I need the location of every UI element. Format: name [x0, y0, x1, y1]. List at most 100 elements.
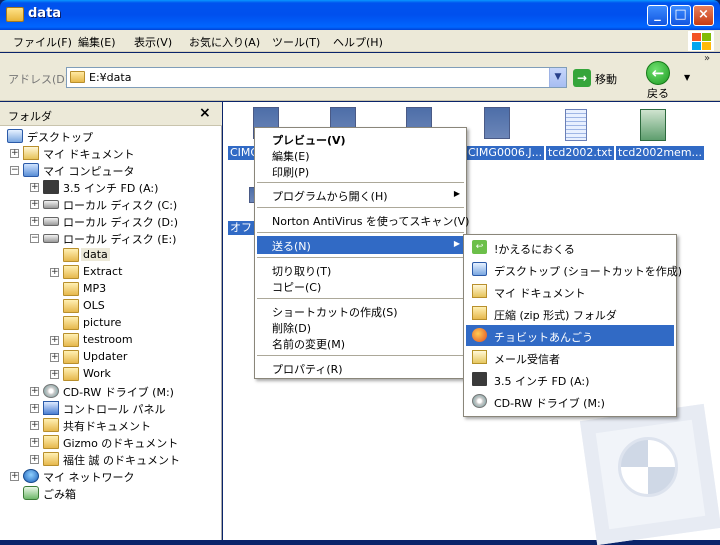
cd-icon: [472, 394, 487, 408]
tree-item-label: MP3: [83, 282, 107, 295]
back-dropdown-icon[interactable]: ▼: [684, 73, 690, 82]
folder-pane-header: フォルダ ×: [0, 102, 222, 126]
back-button[interactable]: 戻る: [647, 85, 669, 101]
watermark-disc-icon: [618, 437, 678, 497]
back-arrow-icon[interactable]: ←: [646, 61, 670, 85]
context-item-print[interactable]: 印刷(P): [257, 162, 464, 180]
maximize-button[interactable]: □: [670, 5, 691, 26]
menu-edit[interactable]: 編集(E): [78, 34, 116, 50]
tree-item-label: 福住 誠 のドキュメント: [63, 454, 180, 467]
kaeru-return-icon: ↩: [472, 240, 487, 254]
tree-item-label: data: [81, 248, 110, 261]
file-label[interactable]: CIMG0006.J...: [466, 146, 545, 160]
menu-tools[interactable]: ツール(T): [272, 34, 320, 50]
folder-icon: [63, 265, 79, 279]
address-value[interactable]: E:¥data: [89, 71, 131, 84]
drive-icon: [43, 217, 59, 226]
expand-icon[interactable]: +: [30, 455, 39, 464]
expand-icon[interactable]: +: [30, 200, 39, 209]
expand-icon[interactable]: +: [50, 370, 59, 379]
folder-icon: [63, 350, 79, 364]
file-label[interactable]: tcd2002.txt: [546, 146, 614, 160]
windows-logo-icon: [688, 31, 714, 51]
sendto-item-chobit-angou[interactable]: チョビットあんごう: [466, 325, 674, 346]
chevron-down-icon[interactable]: ▼: [549, 68, 566, 87]
expand-icon[interactable]: +: [30, 217, 39, 226]
zip-folder-icon: [472, 306, 487, 320]
address-input[interactable]: E:¥data ▼: [66, 67, 567, 88]
tree-item-label: Gizmo のドキュメント: [63, 437, 179, 450]
folder-icon: [70, 71, 85, 83]
expand-icon[interactable]: +: [30, 438, 39, 447]
tree-item-label: OLS: [83, 299, 105, 312]
sendto-submenu: ↩ !かえるにおくる デスクトップ (ショートカットを作成) マイ ドキュメント…: [463, 234, 682, 417]
sendto-item-mail-recipient[interactable]: メール受信者: [466, 347, 674, 368]
tree-item-label: 共有ドキュメント: [63, 420, 151, 433]
close-icon[interactable]: ×: [199, 105, 211, 121]
context-item-copy[interactable]: コピー(C): [257, 277, 464, 295]
expand-icon[interactable]: +: [50, 268, 59, 277]
image-file-icon[interactable]: [484, 107, 510, 139]
context-item-norton-scan[interactable]: Norton AntiVirus を使ってスキャン(V): [257, 211, 469, 229]
mail-recipient-icon: [472, 350, 487, 364]
context-item-properties[interactable]: プロパティ(R): [257, 359, 464, 377]
spreadsheet-file-icon[interactable]: [640, 109, 666, 141]
expand-icon[interactable]: +: [50, 336, 59, 345]
text-file-icon[interactable]: [565, 109, 587, 141]
expand-icon[interactable]: +: [30, 421, 39, 430]
tree-item-label: Work: [83, 367, 111, 380]
minimize-button[interactable]: _: [647, 5, 668, 26]
chobit-angou-icon: [472, 328, 487, 342]
folder-icon: [43, 452, 59, 466]
menu-favorites[interactable]: お気に入り(A): [189, 34, 260, 50]
window-title: data: [28, 6, 62, 21]
menu-separator: [257, 355, 464, 356]
collapse-icon[interactable]: −: [30, 234, 39, 243]
folder-icon: [63, 282, 79, 296]
tree-item-label: コントロール パネル: [63, 403, 166, 416]
control-panel-icon: [43, 401, 59, 415]
tree-item-label: マイ コンピュータ: [43, 165, 135, 178]
expand-icon[interactable]: +: [10, 149, 19, 158]
folder-icon: [63, 299, 79, 313]
address-label: アドレス(D): [8, 73, 70, 86]
sendto-item-floppy[interactable]: 3.5 インチ FD (A:): [466, 369, 674, 390]
context-item-open-with[interactable]: プログラムから開く(H) ▶: [257, 186, 464, 204]
expand-icon[interactable]: +: [50, 353, 59, 362]
toolbar-chevron-icon[interactable]: »: [704, 53, 710, 64]
file-label[interactable]: オフ: [228, 221, 254, 235]
menu-view[interactable]: 表示(V): [134, 34, 172, 50]
file-label[interactable]: tcd2002mem...: [616, 146, 705, 160]
expand-icon[interactable]: +: [10, 472, 19, 481]
sendto-item-desktop[interactable]: デスクトップ (ショートカットを作成): [466, 259, 682, 280]
tree-item-label: ごみ箱: [43, 488, 76, 501]
go-button[interactable]: 移動: [595, 71, 617, 87]
menu-separator: [257, 182, 464, 183]
my-documents-icon: [23, 146, 39, 160]
sendto-item-kaeru[interactable]: ↩ !かえるにおくる: [466, 237, 674, 258]
sendto-item-zip-folder[interactable]: 圧縮 (zip 形式) フォルダ: [466, 303, 674, 324]
go-arrow-icon[interactable]: →: [573, 69, 591, 87]
expand-icon[interactable]: +: [30, 404, 39, 413]
expand-icon[interactable]: +: [30, 387, 39, 396]
collapse-icon[interactable]: −: [10, 166, 19, 175]
folder-icon: [63, 316, 79, 330]
drive-icon: [43, 200, 59, 209]
computer-icon: [23, 163, 39, 177]
sendto-item-my-documents[interactable]: マイ ドキュメント: [466, 281, 674, 302]
title-bar[interactable]: data _ □ ×: [0, 0, 720, 30]
folder-icon: [63, 333, 79, 347]
menu-help[interactable]: ヘルプ(H): [333, 34, 383, 50]
cd-icon: [43, 384, 59, 398]
recycle-bin-icon: [23, 486, 39, 500]
tree-item-label: マイ ネットワーク: [43, 471, 135, 484]
tree-item-label: マイ ドキュメント: [43, 148, 135, 161]
close-button[interactable]: ×: [693, 5, 714, 26]
menu-file[interactable]: ファイル(F): [13, 34, 72, 50]
expand-icon[interactable]: +: [30, 183, 39, 192]
context-item-send-to[interactable]: 送る(N) ▶: [257, 236, 464, 254]
context-item-rename[interactable]: 名前の変更(M): [257, 334, 464, 352]
context-menu: プレビュー(V) 編集(E) 印刷(P) プログラムから開く(H) ▶ Norto…: [254, 127, 469, 379]
drive-icon: [43, 234, 59, 243]
sendto-item-cd-rw[interactable]: CD-RW ドライブ (M:): [466, 391, 674, 412]
